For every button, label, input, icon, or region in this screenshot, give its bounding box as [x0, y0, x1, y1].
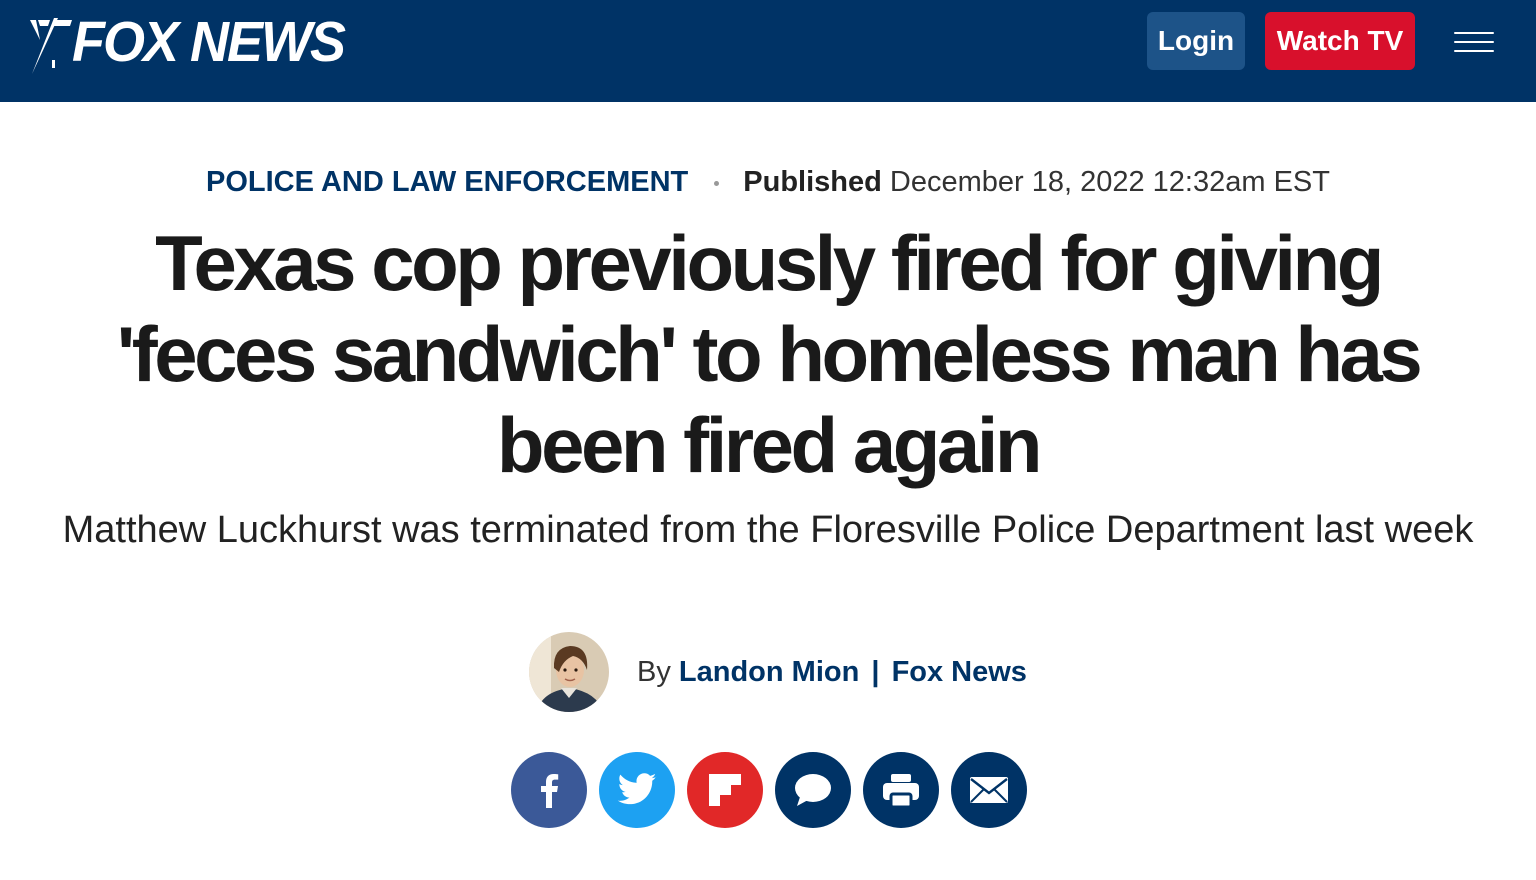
facebook-icon [541, 774, 559, 808]
logo-text: FOX NEWS [72, 10, 346, 74]
article-headline: Texas cop previously fired for giving 'f… [116, 219, 1423, 489]
email-icon [970, 777, 1008, 803]
hamburger-menu-icon[interactable] [1448, 26, 1500, 58]
share-toolbar [511, 752, 1027, 828]
fox-searchlight-icon [30, 18, 72, 74]
twitter-icon [617, 773, 657, 805]
author-row: By Landon Mion | Fox News [529, 632, 1027, 712]
category-link[interactable]: POLICE AND LAW ENFORCEMENT [206, 166, 688, 198]
watch-tv-button[interactable]: Watch TV [1265, 12, 1415, 70]
share-twitter-button[interactable] [599, 752, 675, 828]
share-flipboard-button[interactable] [687, 752, 763, 828]
flipboard-icon [709, 774, 741, 806]
article-meta: POLICE AND LAW ENFORCEMENT Published Dece… [0, 160, 1536, 204]
print-icon [883, 774, 919, 809]
author-avatar[interactable] [529, 632, 609, 712]
byline-prefix: By [637, 655, 671, 688]
author-link[interactable]: Landon Mion [679, 656, 859, 688]
meta-separator-dot [714, 180, 720, 186]
comments-button[interactable] [775, 752, 851, 828]
published-label: Published [743, 166, 882, 198]
menu-line [1454, 32, 1494, 34]
byline-separator: | [871, 655, 880, 688]
site-header: FOX NEWS Login Watch TV [0, 0, 1536, 102]
comment-icon [795, 774, 831, 806]
share-facebook-button[interactable] [511, 752, 587, 828]
login-button[interactable]: Login [1147, 12, 1245, 70]
print-button[interactable] [863, 752, 939, 828]
menu-line [1454, 41, 1494, 43]
fox-news-logo[interactable]: FOX NEWS [28, 10, 346, 74]
article-subheadline: Matthew Luckhurst was terminated from th… [62, 509, 1474, 551]
author-photo [529, 632, 609, 712]
menu-line [1454, 50, 1494, 52]
email-button[interactable] [951, 752, 1027, 828]
byline: By Landon Mion | Fox News [637, 656, 1027, 689]
outlet-link[interactable]: Fox News [892, 656, 1027, 688]
published-date: December 18, 2022 12:32am EST [889, 166, 1330, 198]
